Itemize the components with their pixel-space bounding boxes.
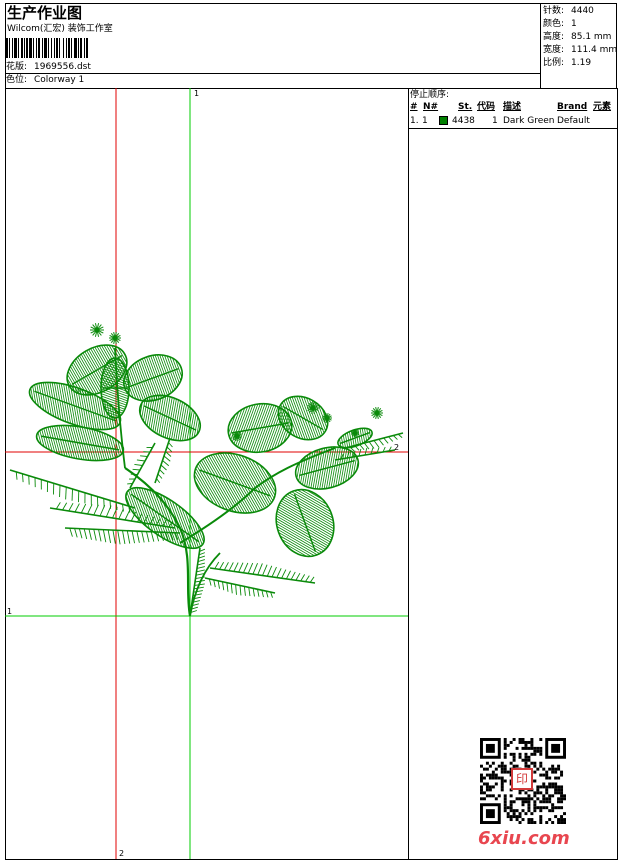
embroidery-design: 1212 — [5, 88, 408, 859]
row-needle: 1 — [422, 116, 428, 126]
scale-label: 比例: — [543, 58, 565, 68]
col-header-num: # — [410, 102, 418, 112]
row-code: 4438 — [452, 116, 475, 126]
colors-value: 1 — [571, 19, 577, 29]
barcode — [6, 38, 88, 58]
row-brand: Default — [557, 116, 590, 126]
width-label: 宽度: — [543, 45, 565, 55]
col-header-needle: N# — [423, 102, 439, 112]
stitches-value: 4440 — [571, 6, 594, 16]
design-file-label: 花版: — [6, 62, 28, 72]
page-title: 生产作业图 — [7, 4, 83, 22]
col-header-brand: Brand — [557, 102, 588, 112]
row-description: Dark Green — [503, 116, 555, 126]
design-file-name: 1969556.dst — [34, 62, 91, 72]
width-value: 111.4 mm — [571, 45, 618, 55]
colors-label: 颜色: — [543, 19, 565, 29]
colorway-name: Colorway 1 — [34, 75, 85, 85]
thread-color-swatch — [439, 116, 448, 125]
guide-label-h1: 1 — [7, 607, 12, 616]
guide-label-v1: 1 — [194, 89, 199, 98]
watermark: 6xiu.com — [478, 828, 570, 849]
stop-sequence-title: 停止顺序: — [410, 90, 450, 100]
col-header-code: 代码 — [477, 102, 496, 112]
height-label: 高度: — [543, 32, 565, 42]
row-stitches: 1 — [492, 116, 498, 126]
seal-stamp: 印 — [511, 768, 533, 790]
colorway-label: 色位: — [6, 75, 28, 85]
embroidery-artwork — [9, 323, 404, 617]
col-header-description: 描述 — [503, 102, 522, 112]
company-name: Wilcom(汇宏) 装饰工作室 — [7, 24, 113, 34]
col-header-element: 元素 — [593, 102, 612, 112]
row-num: 1. — [410, 116, 419, 126]
height-value: 85.1 mm — [571, 32, 612, 42]
col-header-stitches: St. — [458, 102, 473, 112]
scale-value: 1.19 — [571, 58, 592, 68]
guide-label-v2: 2 — [119, 849, 124, 858]
stitches-label: 针数: — [543, 6, 565, 16]
